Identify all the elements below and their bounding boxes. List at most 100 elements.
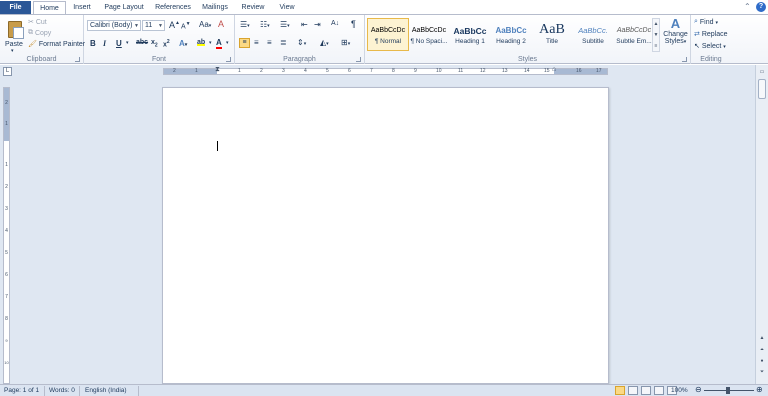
outline-view-button[interactable] [654,386,664,395]
scrollbar-thumb[interactable] [758,79,766,99]
tab-insert[interactable]: Insert [69,1,95,14]
ruler-toggle-icon[interactable]: ▭ [758,68,766,76]
chevron-up-icon[interactable]: ▲ [653,19,659,30]
styles-gallery-scroll[interactable]: ▲ ▼ ≡ [652,18,660,52]
copy-button[interactable]: ⧉ Copy [28,29,51,37]
paste-button[interactable]: Paste ▾ [2,17,24,54]
style-title[interactable]: AaB Title [531,18,573,51]
chevron-down-icon: ▾ [11,48,14,54]
font-color-button[interactable]: A [216,39,222,49]
highlight-button[interactable]: ab [197,39,206,46]
shading-button[interactable]: ◭▾ [320,38,329,47]
align-center-button[interactable]: ≡ [254,38,259,47]
browse-object-icon[interactable]: ● [758,357,766,365]
indent-marker-icon[interactable]: ⧗ [215,66,220,74]
line-spacing-button[interactable]: ⇕▾ [297,38,306,47]
style-normal[interactable]: AaBbCcDc ¶ Normal [367,18,409,51]
zoom-slider-thumb[interactable] [726,387,730,394]
shrink-font-button[interactable]: A▼ [181,21,191,30]
status-bar: Page: 1 of 1 Words: 0 English (India) 10… [0,384,768,396]
format-painter-button[interactable]: 🖌 Format Painter [28,40,85,48]
minimize-ribbon-icon[interactable]: ⌃ [744,2,751,11]
line-spacing-icon: ⇕ [297,38,304,47]
strikethrough-button[interactable]: abc [136,39,148,46]
decrease-indent-button[interactable]: ⇤ [301,20,308,29]
style-heading-1[interactable]: AaBbCc Heading 1 [449,18,491,51]
chevron-down-icon[interactable]: ▾ [226,40,229,46]
dialog-launcher-icon[interactable] [226,57,231,62]
ribbon-tab-bar: File Home Insert Page Layout References … [0,0,768,15]
font-size-value: 11 [145,22,153,29]
style-heading-2[interactable]: AaBbCc Heading 2 [490,18,532,51]
show-marks-button[interactable]: ¶ [351,19,356,29]
help-icon[interactable]: ? [756,2,766,12]
font-family-select[interactable]: Calibri (Body) ▼ [87,20,141,31]
text-effects-button[interactable]: A▾ [179,39,187,48]
grow-font-button[interactable]: A▲ [169,20,180,30]
style-subtle-emphasis[interactable]: AaBbCcDc Subtle Em... [613,18,655,51]
style-subtitle[interactable]: AaBbCc. Subtitle [572,18,614,51]
align-left-button[interactable]: ≡ [239,38,250,48]
chevron-down-icon[interactable]: ▾ [209,40,212,46]
zoom-level[interactable]: 100% [671,387,688,394]
tab-view[interactable]: View [274,1,300,14]
italic-button[interactable]: I [103,39,106,48]
tab-file[interactable]: File [0,1,31,14]
chevron-down-icon: ▼ [158,23,163,29]
replace-button[interactable]: ⇄ Replace [694,30,728,38]
change-case-button[interactable]: Aa▾ [199,20,211,29]
dialog-launcher-icon[interactable] [75,57,80,62]
find-button[interactable]: ⌕ Find ▾ [694,18,718,26]
web-layout-view-button[interactable] [641,386,651,395]
tab-page-layout[interactable]: Page Layout [101,1,147,14]
multilevel-list-button[interactable]: ☰▾ [280,20,290,29]
styles-gallery: AaBbCcDc ¶ Normal AaBbCcDc ¶ No Spaci...… [367,18,654,52]
chevron-down-icon[interactable]: ▼ [653,30,659,41]
increase-indent-button[interactable]: ⇥ [314,20,321,29]
align-right-button[interactable]: ≡ [267,38,272,47]
dialog-launcher-icon[interactable] [682,57,687,62]
chevron-down-icon[interactable]: ▾ [126,40,129,46]
ruler-number: 1 [195,68,198,74]
cut-button[interactable]: ✂ Cut [28,18,47,26]
previous-page-icon[interactable]: ⏶ [758,346,766,354]
bold-button[interactable]: B [90,39,96,48]
ruler-number: 3 [5,206,8,212]
superscript-button[interactable]: x2 [163,39,170,48]
tab-review[interactable]: Review [238,1,268,14]
ruler-number: 14 [524,68,530,74]
clear-formatting-button[interactable]: A [218,19,224,29]
next-page-icon[interactable]: ⏷ [758,368,766,376]
font-size-select[interactable]: 11 ▼ [142,20,165,31]
horizontal-ruler[interactable]: 2 1 ⧗ 1 2 3 4 5 6 7 8 9 10 11 12 13 14 1… [163,66,608,75]
tab-mailings[interactable]: Mailings [198,1,232,14]
style-name: Title [545,38,559,45]
full-screen-reading-view-button[interactable] [628,386,638,395]
zoom-in-icon[interactable]: ⊕ [756,385,763,394]
numbering-button[interactable]: ☷▾ [260,20,270,29]
tab-selector[interactable]: L [3,67,12,76]
language-indicator[interactable]: English (India) [85,387,127,394]
dialog-launcher-icon[interactable] [356,57,361,62]
tab-references[interactable]: References [152,1,194,14]
style-no-spacing[interactable]: AaBbCcDc ¶ No Spaci... [408,18,450,51]
change-styles-button[interactable]: A Change Styles▾ [662,17,689,53]
select-button[interactable]: ↖ Select ▾ [694,42,726,50]
bullets-button[interactable]: ☰▾ [240,20,250,29]
borders-button[interactable]: ⊞▾ [341,38,350,47]
right-indent-marker-icon[interactable]: ⌂ [552,66,556,73]
underline-button[interactable]: U [116,39,122,48]
sort-button[interactable]: A↓ [331,20,339,27]
justify-button[interactable]: ≣ [280,38,287,47]
page-count[interactable]: Page: 1 of 1 [4,387,39,394]
tab-home[interactable]: Home [33,1,66,15]
zoom-out-icon[interactable]: ⊖ [695,385,702,394]
vertical-scrollbar[interactable]: ▭ ▲ ⏶ ● ⏷ [755,65,768,384]
word-count[interactable]: Words: 0 [49,387,75,394]
more-styles-icon[interactable]: ≡ [653,41,659,52]
print-layout-view-button[interactable] [615,386,625,395]
document-page[interactable] [162,87,609,384]
subscript-button[interactable]: x2 [151,39,158,48]
scroll-up-arrow-icon[interactable]: ▲ [758,334,766,342]
vertical-ruler[interactable]: 2 1 1 2 3 4 5 6 7 8 9 10 [3,87,10,384]
